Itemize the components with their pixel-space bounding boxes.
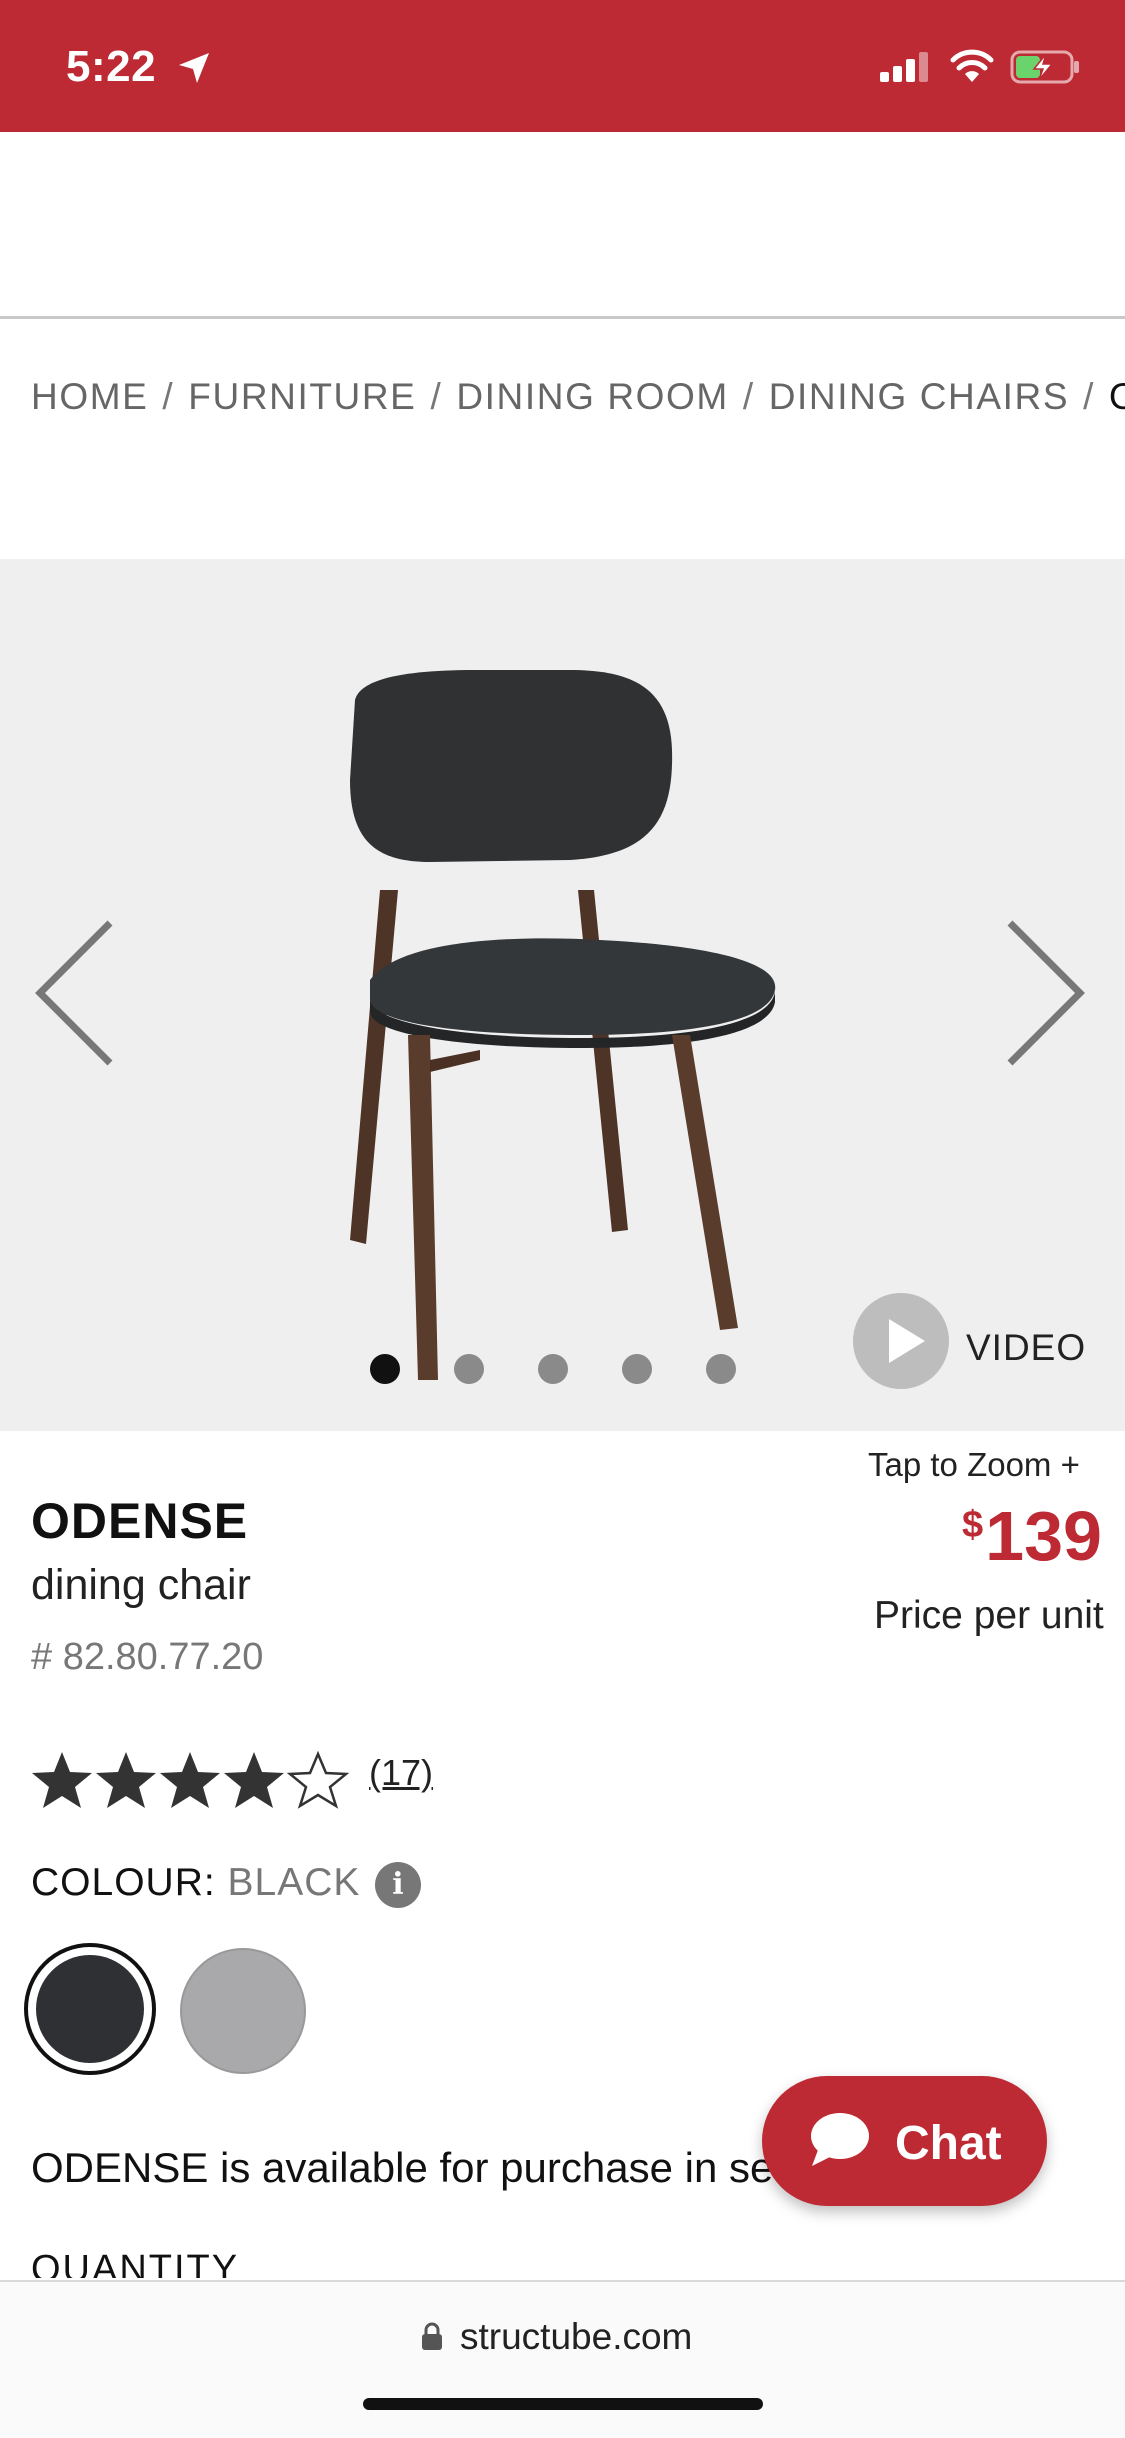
previous-image-button[interactable]: [30, 918, 120, 1073]
cellular-signal-icon: [880, 52, 932, 87]
product-price: $139: [962, 1496, 1102, 1576]
header-divider: [0, 316, 1125, 319]
product-sku: # 82.80.77.20: [31, 1636, 264, 1678]
breadcrumb-furniture[interactable]: FURNITURE: [188, 376, 416, 418]
url-text[interactable]: structube.com: [460, 2316, 692, 2358]
breadcrumb: HOME / FURNITURE / DINING ROOM / DINING CHAIRS…: [31, 376, 1125, 426]
next-image-button[interactable]: [1000, 918, 1090, 1073]
star-filled-icon: [160, 1752, 220, 1808]
quantity-label: QUANTITY: [31, 2248, 240, 2278]
status-time: 5:22: [66, 42, 157, 91]
star-filled-icon: [32, 1752, 92, 1808]
chat-bubble-icon: [808, 2110, 872, 2175]
breadcrumb-separator: /: [742, 376, 755, 417]
site-header: [0, 132, 1125, 316]
carousel-dot-5[interactable]: [706, 1354, 736, 1384]
carousel-dot-3[interactable]: [538, 1354, 568, 1384]
carousel-dot-1[interactable]: [370, 1354, 400, 1384]
price-amount: 139: [985, 1497, 1102, 1575]
location-arrow-icon: [176, 50, 212, 91]
price-currency: $: [962, 1504, 984, 1546]
colour-swatch-black[interactable]: [24, 1943, 156, 2075]
colour-swatch-grey[interactable]: [180, 1948, 306, 2074]
carousel-dot-4[interactable]: [622, 1354, 652, 1384]
colour-value: BLACK: [227, 1861, 361, 1904]
play-icon: [889, 1319, 925, 1363]
colour-selection-label: COLOUR: BLACK: [31, 1861, 360, 1905]
price-note: Price per unit: [874, 1594, 1104, 1637]
breadcrumb-separator: /: [162, 376, 175, 417]
home-indicator[interactable]: [363, 2398, 763, 2410]
rating-stars[interactable]: [30, 1748, 350, 1817]
availability-text: ODENSE is available for purchase in set: [31, 2144, 786, 2191]
battery-charging-icon: [1010, 50, 1082, 89]
video-label[interactable]: VIDEO: [966, 1327, 1086, 1369]
review-count-link[interactable]: (17): [369, 1752, 433, 1794]
product-name: ODENSE: [31, 1493, 249, 1549]
breadcrumb-separator: /: [430, 376, 443, 417]
tap-to-zoom-hint[interactable]: Tap to Zoom +: [868, 1446, 1080, 1484]
chat-button-label[interactable]: Chat: [895, 2116, 1002, 2171]
info-icon[interactable]: i: [375, 1862, 421, 1908]
wifi-icon: [950, 48, 994, 89]
browser-address-bar[interactable]: [0, 2280, 1125, 2438]
star-filled-icon: [224, 1752, 284, 1808]
video-play-button[interactable]: [853, 1293, 949, 1389]
breadcrumb-current: O: [1109, 376, 1125, 418]
lock-icon: [420, 2322, 444, 2357]
colour-label: COLOUR:: [31, 1861, 216, 1904]
product-subtitle: dining chair: [31, 1561, 251, 1609]
breadcrumb-home[interactable]: HOME: [31, 376, 148, 418]
star-filled-icon: [96, 1752, 156, 1808]
breadcrumb-separator: /: [1083, 376, 1096, 417]
product-image-chair[interactable]: [280, 640, 800, 1405]
star-empty-icon: [286, 1750, 350, 1809]
breadcrumb-dining-chairs[interactable]: DINING CHAIRS: [769, 376, 1069, 418]
carousel-dot-2[interactable]: [454, 1354, 484, 1384]
breadcrumb-dining-room[interactable]: DINING ROOM: [456, 376, 728, 418]
